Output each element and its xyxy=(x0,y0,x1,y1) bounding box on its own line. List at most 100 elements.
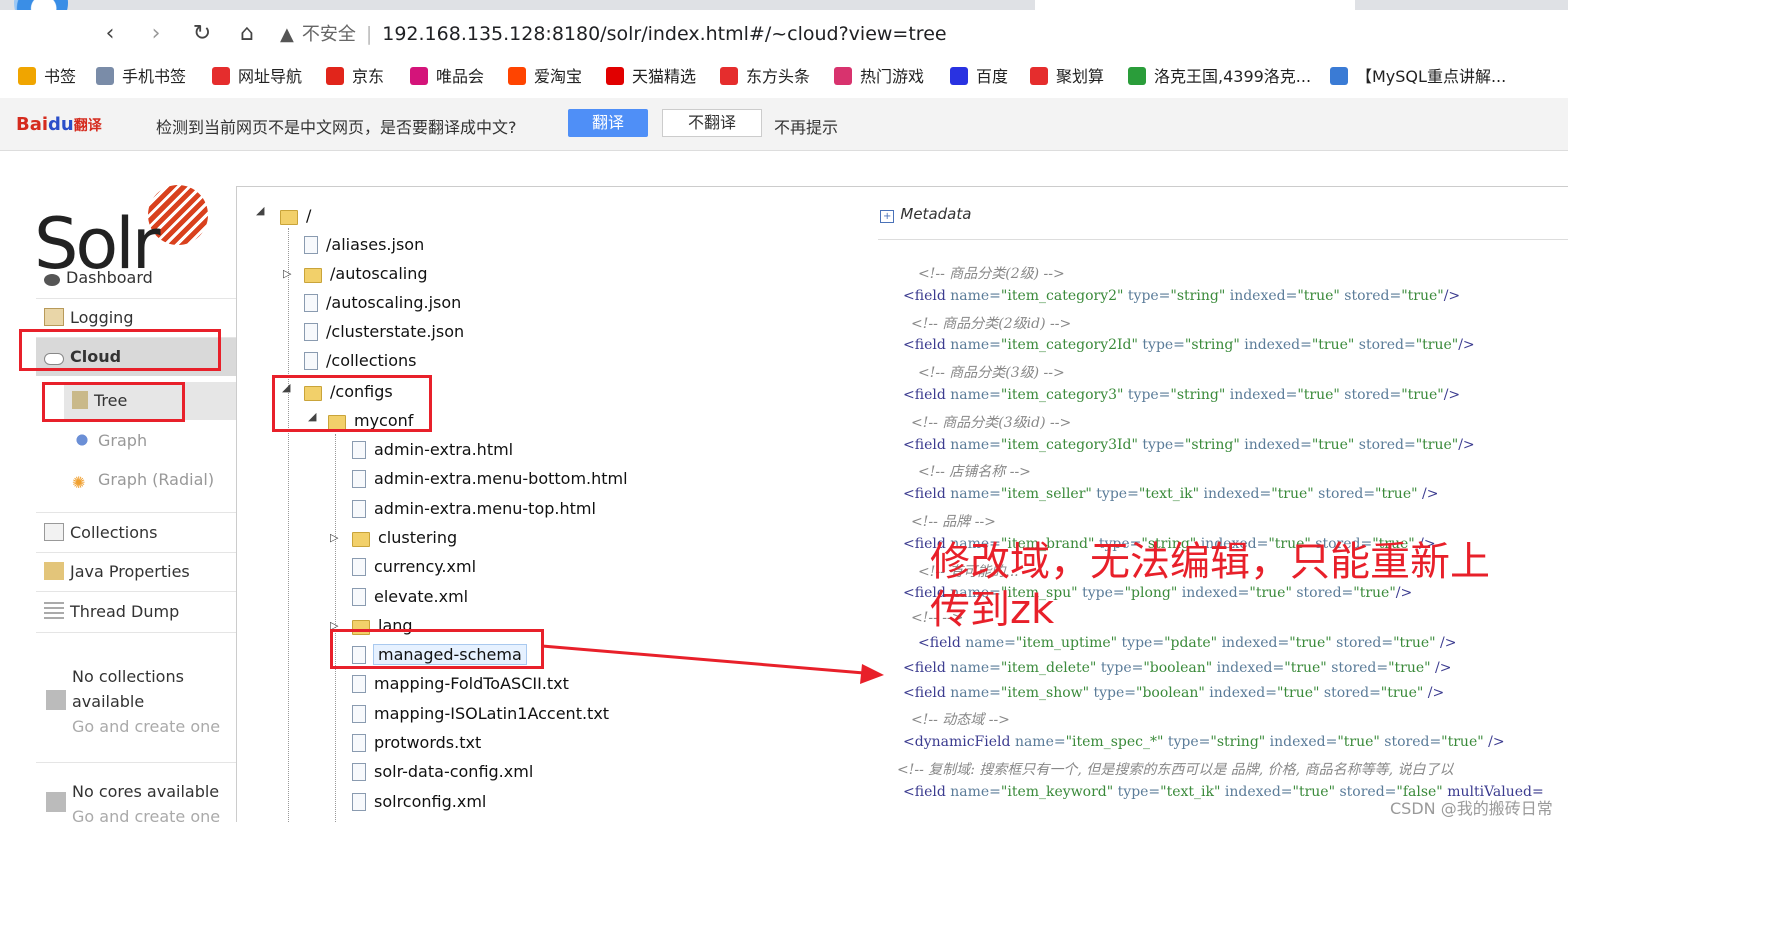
file-icon xyxy=(304,352,318,370)
code-token: /> xyxy=(1417,486,1439,503)
tree-file[interactable]: mapping-ISOLatin1Accent.txt xyxy=(352,702,609,726)
tree-file[interactable]: elevate.xml xyxy=(352,585,468,609)
reload-icon[interactable]: ↻ xyxy=(188,20,216,48)
bookmark-item[interactable]: 热门游戏 xyxy=(834,66,924,88)
nav-java-properties[interactable]: Java Properties xyxy=(36,553,236,591)
create-core-link[interactable]: Go and create one xyxy=(72,804,232,829)
bookmark-label: 手机书签 xyxy=(122,67,187,86)
code-token: /> xyxy=(1435,635,1457,651)
bookmark-item[interactable]: 百度 xyxy=(950,66,1008,88)
tree-file[interactable]: admin-extra.menu-top.html xyxy=(352,497,596,521)
bookmark-item[interactable]: 东方头条 xyxy=(720,66,810,88)
url-text[interactable]: 192.168.135.128:8180/solr/index.html#/~c… xyxy=(382,23,946,45)
tree-file[interactable]: admin-extra.menu-bottom.html xyxy=(352,467,628,491)
no-translate-button[interactable]: 不翻译 xyxy=(662,109,762,137)
tree-file[interactable]: currency.xml xyxy=(352,555,476,579)
create-collection-link[interactable]: Go and create one xyxy=(72,714,232,739)
highlight-managed-schema xyxy=(330,629,544,669)
nav-thread-dump[interactable]: Thread Dump xyxy=(36,593,236,631)
tree-node-label: protwords.txt xyxy=(374,733,482,752)
bookmark-item[interactable]: 【MySQL重点讲解... xyxy=(1330,66,1506,88)
bookmark-label: 百度 xyxy=(976,67,1009,86)
bookmark-item[interactable]: 唯品会 xyxy=(410,66,484,88)
code-token: name= xyxy=(950,337,1001,354)
folder-icon xyxy=(304,268,322,283)
bookmark-item[interactable]: 爱淘宝 xyxy=(508,66,582,88)
dashboard-icon xyxy=(44,274,60,286)
tree-file[interactable]: protwords.txt xyxy=(352,731,481,755)
tree-file[interactable]: /clusterstate.json xyxy=(304,320,464,344)
code-comment: <!-- 店铺名称 --> xyxy=(918,461,1031,481)
code-token: type= xyxy=(1117,635,1165,651)
tree-folder[interactable]: /autoscaling xyxy=(304,262,428,286)
code-token: "true" xyxy=(1297,387,1340,403)
tree-file[interactable]: /collections xyxy=(304,349,417,373)
code-token: "item_seller" xyxy=(1000,486,1092,503)
bookmark-icon xyxy=(508,67,526,85)
code-token: indexed= xyxy=(1225,387,1298,403)
tree-node-label: admin-extra.menu-bottom.html xyxy=(374,469,628,489)
code-token: name= xyxy=(950,684,1001,701)
tree-node-label: currency.xml xyxy=(374,557,477,577)
no-more-prompt-button[interactable]: 不再提示 xyxy=(774,114,838,138)
code-token: "true" xyxy=(1297,287,1340,304)
code-token: "string" xyxy=(1170,387,1226,403)
tree-file[interactable]: solr-data-config.xml xyxy=(352,760,533,784)
code-comment: <!-- 品牌 --> xyxy=(911,511,996,531)
bookmark-label: 爱淘宝 xyxy=(534,67,583,86)
tree-file[interactable]: solrconfig.xml xyxy=(352,790,486,814)
tree-node-label: /clusterstate.json xyxy=(326,322,465,341)
metadata-toggle[interactable]: + Metadata xyxy=(880,205,971,223)
code-token: "true" xyxy=(1415,436,1459,453)
collapse-toggle-icon[interactable]: ◢ xyxy=(256,204,264,217)
tree-file[interactable]: admin-extra.html xyxy=(352,438,513,462)
back-icon[interactable]: ‹ xyxy=(96,20,124,48)
bookmark-item[interactable]: 聚划算 xyxy=(1030,66,1104,88)
address-bar[interactable]: ▲ 不安全 | 192.168.135.128:8180/solr/index.htm… xyxy=(280,18,1480,50)
file-icon xyxy=(304,294,318,312)
bookmark-item[interactable]: 网址导航 xyxy=(212,66,302,88)
code-token: "true" xyxy=(1311,337,1355,354)
nav-dashboard[interactable]: Dashboard xyxy=(36,259,236,297)
folder-icon xyxy=(352,531,370,547)
tree-file[interactable]: mapping-FoldToASCII.txt xyxy=(352,672,569,696)
code-token: <field xyxy=(903,783,951,800)
code-token: <field xyxy=(903,387,951,403)
tree-file[interactable]: /aliases.json xyxy=(304,233,424,257)
code-token: indexed= xyxy=(1217,635,1290,651)
bookmark-item[interactable]: 京东 xyxy=(326,66,384,88)
file-icon xyxy=(352,558,366,577)
code-field: <field name="item_uptime" type="pdate" i… xyxy=(918,635,1456,651)
code-token: "item_category2" xyxy=(1000,287,1124,304)
tree-file[interactable]: /autoscaling.json xyxy=(304,291,461,315)
code-token: name= xyxy=(1014,734,1066,751)
active-tab[interactable] xyxy=(1035,0,1355,10)
code-token: name= xyxy=(950,436,1001,453)
translate-button[interactable]: 翻译 xyxy=(568,109,648,137)
forward-icon[interactable]: › xyxy=(142,20,170,48)
bookmark-item[interactable]: 洛克王国,4399洛克... xyxy=(1128,66,1311,88)
code-token: "true" xyxy=(1401,287,1444,304)
expand-toggle-icon[interactable]: ▷ xyxy=(330,531,338,544)
bookmark-item[interactable]: 手机书签 xyxy=(96,66,186,88)
bookmark-item[interactable]: 书签 xyxy=(18,66,76,88)
nav-graph-radial[interactable]: ✺ Graph (Radial) xyxy=(64,461,236,499)
code-token: type= xyxy=(1163,734,1211,751)
bookmark-item[interactable]: 天猫精选 xyxy=(606,66,696,88)
code-token: "item_show" xyxy=(1000,684,1090,701)
code-token: "true" xyxy=(1276,684,1320,701)
code-token: "string" xyxy=(1184,337,1240,354)
code-comment: <!-- 复制域: 搜索框只有一个, 但是搜索的东西可以是 品牌, 价格, 商品… xyxy=(897,759,1453,779)
code-token: "string" xyxy=(1184,436,1240,453)
home-icon[interactable]: ⌂ xyxy=(233,20,261,48)
code-comment: <!-- 商品分类(3级) --> xyxy=(918,362,1065,382)
expand-toggle-icon[interactable]: ▷ xyxy=(283,267,291,280)
bookmark-icon xyxy=(1030,67,1048,85)
nav-collections[interactable]: Collections xyxy=(36,514,236,552)
bookmark-label: 天猫精选 xyxy=(632,67,697,86)
nav-graph[interactable]: Graph xyxy=(64,422,236,460)
code-token: "true" xyxy=(1380,684,1424,701)
graph-icon xyxy=(72,431,92,449)
tree-folder[interactable]: / xyxy=(280,204,311,228)
tree-folder[interactable]: clustering xyxy=(352,526,457,550)
